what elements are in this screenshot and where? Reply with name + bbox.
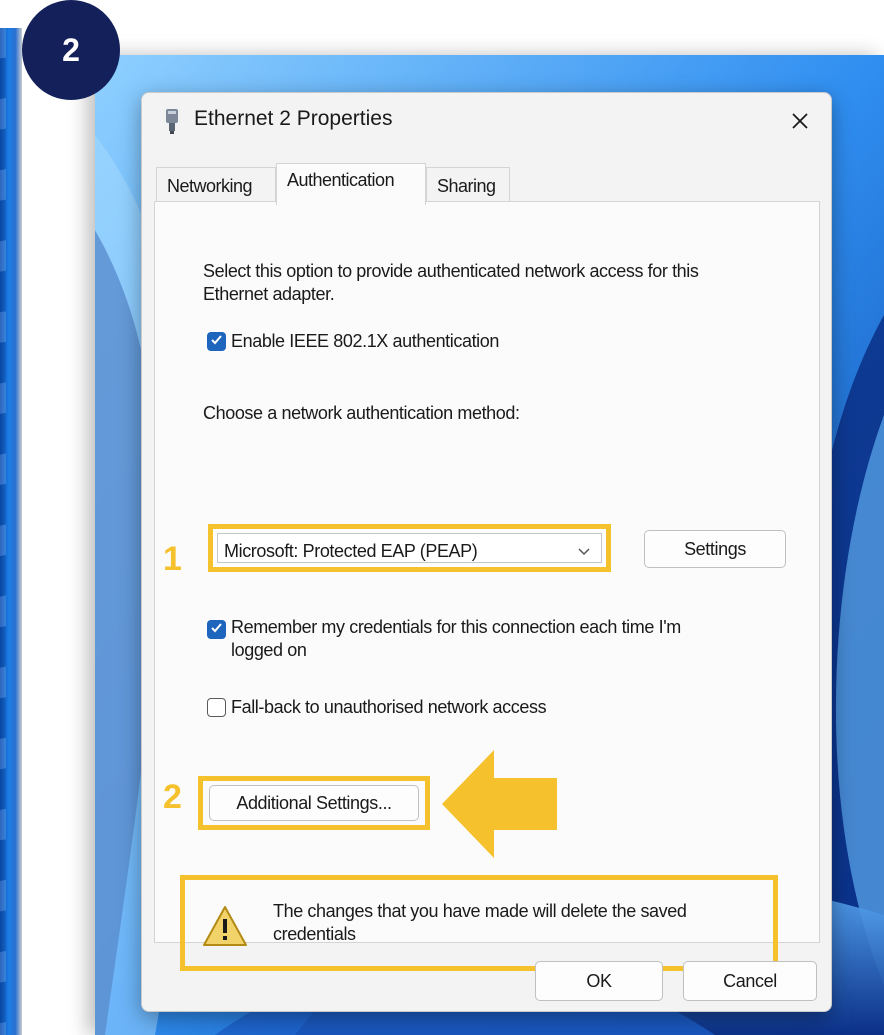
properties-dialog: Ethernet 2 Properties Networking Authent… bbox=[141, 92, 832, 1012]
additional-settings-button[interactable]: Additional Settings... bbox=[209, 785, 419, 821]
tab-bar: Networking Authentication Sharing bbox=[156, 163, 836, 205]
checkmark-icon bbox=[210, 333, 223, 351]
authentication-panel: Select this option to provide authentica… bbox=[154, 201, 820, 971]
cancel-button[interactable]: Cancel bbox=[683, 961, 817, 1001]
description-text: Select this option to provide authentica… bbox=[203, 261, 699, 304]
warning-text: The changes that you have made will dele… bbox=[273, 901, 687, 944]
dialog-titlebar: Ethernet 2 Properties bbox=[142, 93, 831, 153]
fallback-label: Fall-back to unauthorised network access bbox=[231, 697, 547, 717]
callout-1: 1 bbox=[163, 540, 182, 578]
close-button[interactable] bbox=[778, 101, 822, 145]
tab-authentication[interactable]: Authentication bbox=[276, 163, 426, 205]
checkmark-icon bbox=[210, 621, 223, 639]
ethernet-adapter-icon bbox=[162, 107, 182, 135]
ok-button[interactable]: OK bbox=[535, 961, 663, 1001]
auth-method-select[interactable]: Microsoft: Protected EAP (PEAP) bbox=[208, 524, 611, 572]
remember-credentials-checkbox[interactable] bbox=[207, 620, 226, 639]
enable-8021x-label: Enable IEEE 802.1X authentication bbox=[231, 331, 500, 351]
background-wallpaper-strip bbox=[0, 28, 22, 1035]
auth-method-value: Microsoft: Protected EAP (PEAP) bbox=[224, 541, 478, 561]
warning-icon bbox=[203, 906, 247, 946]
settings-button[interactable]: Settings bbox=[644, 530, 786, 568]
remember-credentials-label: Remember my credentials for this connect… bbox=[231, 617, 681, 660]
dialog-title: Ethernet 2 Properties bbox=[194, 107, 393, 130]
fallback-checkbox[interactable] bbox=[207, 698, 226, 717]
pointing-arrow-icon bbox=[442, 750, 557, 858]
callout-2: 2 bbox=[163, 778, 182, 816]
chevron-down-icon bbox=[577, 544, 591, 563]
method-label: Choose a network authentication method: bbox=[203, 403, 520, 423]
step-badge: 2 bbox=[22, 0, 120, 100]
tab-networking[interactable]: Networking bbox=[156, 167, 276, 201]
close-icon bbox=[791, 112, 809, 135]
tab-sharing[interactable]: Sharing bbox=[426, 167, 510, 201]
enable-8021x-checkbox[interactable] bbox=[207, 332, 226, 351]
